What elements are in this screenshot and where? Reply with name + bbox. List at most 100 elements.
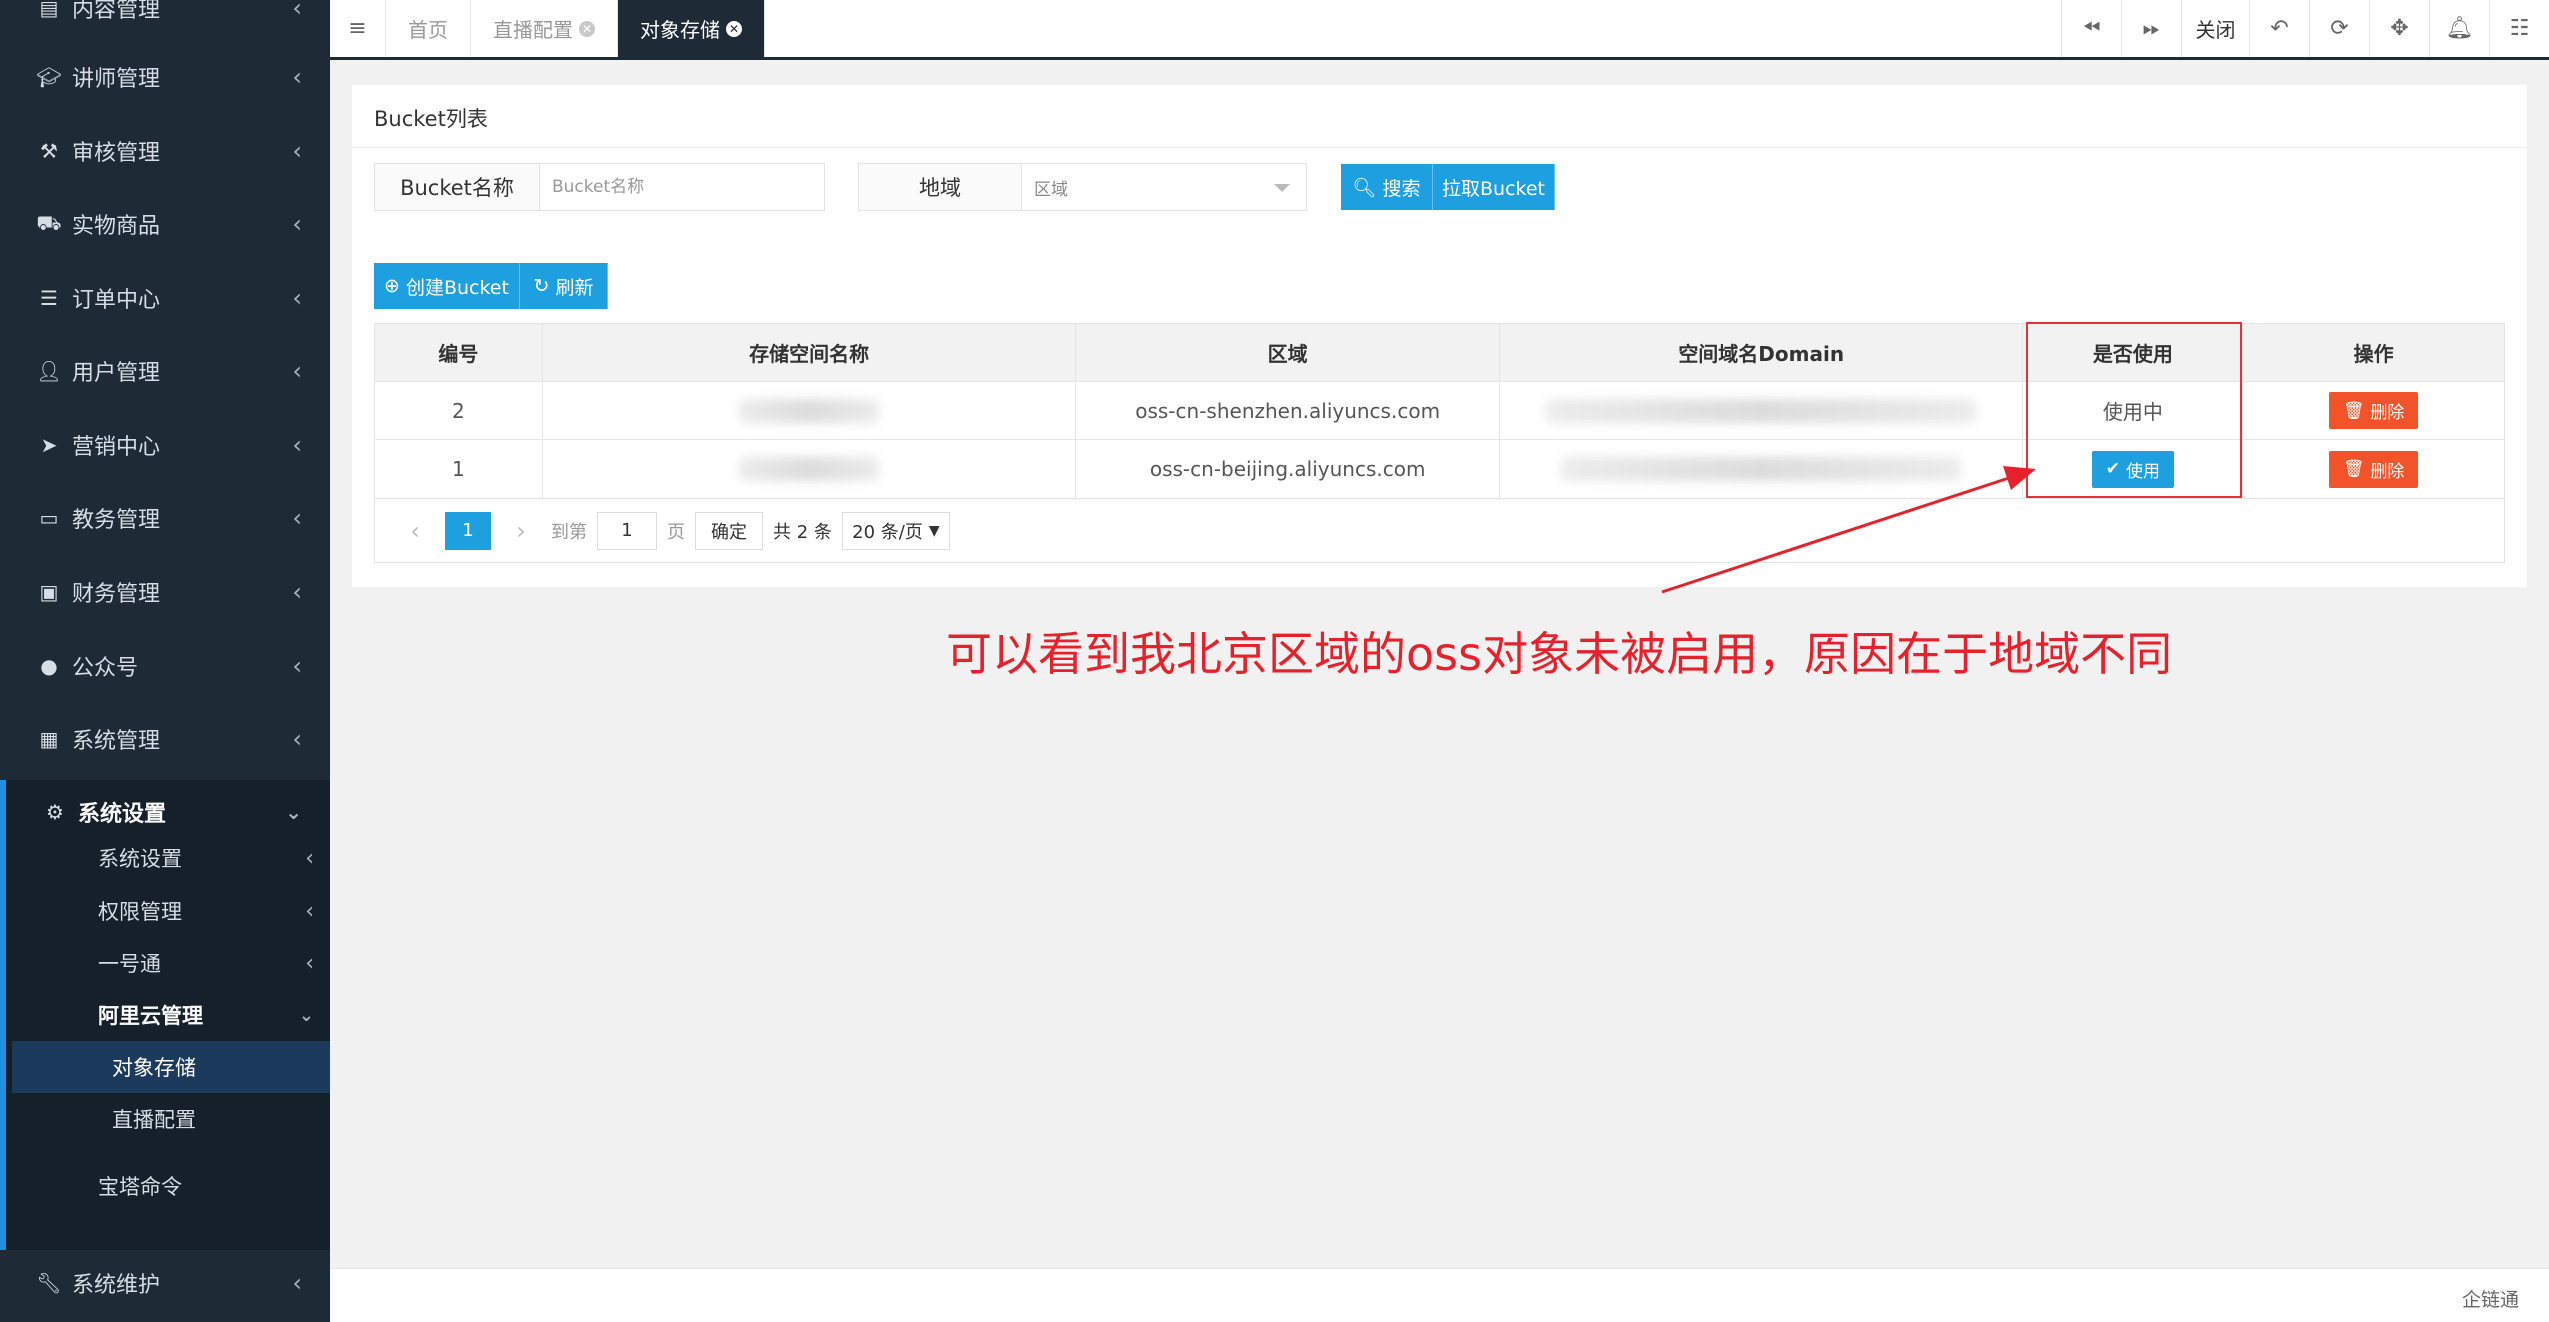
scroll-left-icon[interactable]: ⏪︎: [2061, 0, 2121, 57]
region-select[interactable]: 区域: [1021, 163, 1307, 211]
sidebar-item-label: 内容管理: [72, 0, 161, 23]
cell-actions: 🗑︎ 删除: [2243, 382, 2504, 439]
sidebar-item-label: 审核管理: [72, 141, 161, 166]
book-icon: ▭: [39, 506, 59, 530]
refresh-button[interactable]: ↻ 刷新: [520, 263, 608, 309]
column-header: 编号: [375, 324, 543, 381]
scroll-right-icon[interactable]: ⏩︎: [2121, 0, 2181, 57]
region-label: 地域: [858, 163, 1022, 211]
create-bucket-button[interactable]: ⊕ 创建Bucket: [374, 263, 520, 309]
close-tabs-button[interactable]: 关闭: [2181, 0, 2249, 57]
footer: 企链通: [330, 1268, 2549, 1322]
sidebar-item-label: 财务管理: [72, 582, 161, 607]
sidebar-item-marketing[interactable]: ➤ 营销中心 ‹: [0, 415, 330, 475]
sidebar-item-system-manage[interactable]: ▦ 系统管理 ‹: [0, 709, 330, 769]
column-header: 区域: [1076, 324, 1500, 381]
create-bucket-label: 创建Bucket: [405, 276, 509, 299]
sidebar-subitem-label: 权限管理: [98, 900, 182, 924]
delete-button[interactable]: 🗑︎ 删除: [2328, 450, 2419, 488]
sidebar-item-label: 系统管理: [72, 729, 161, 754]
page-size-value: 20 条/页: [852, 521, 923, 543]
tab-home[interactable]: 首页: [386, 0, 471, 57]
chevron-left-icon: ‹: [292, 652, 302, 680]
close-icon[interactable]: ✕: [726, 20, 742, 37]
bucket-name-input[interactable]: [552, 177, 824, 197]
chevron-left-icon: ‹: [305, 950, 314, 976]
sidebar: ▤ 内容管理 ‹ 🎓︎ 讲师管理 ‹ ⚒︎ 审核管理 ‹ ⛟︎ 实物商品 ‹ ☰…: [0, 0, 330, 1322]
sidebar-item-label: 订单中心: [72, 288, 161, 313]
sidebar-item-academic[interactable]: ▭ 教务管理 ‹: [0, 488, 330, 548]
pull-bucket-button[interactable]: 拉取Bucket: [1433, 164, 1555, 210]
search-button[interactable]: 🔍︎ 搜索: [1341, 164, 1433, 210]
sidebar-item-label: 讲师管理: [72, 67, 161, 92]
sidebar-item-orders[interactable]: ☰ 订单中心 ‹: [0, 268, 330, 328]
tab-live-config[interactable]: 直播配置 ✕: [471, 0, 618, 57]
sidebar-item-review[interactable]: ⚒︎ 审核管理 ‹: [0, 121, 330, 181]
goto-page-input[interactable]: 1: [597, 511, 657, 550]
goto-confirm-button[interactable]: 确定: [695, 511, 763, 550]
search-icon: 🔍︎: [1352, 176, 1377, 199]
sidebar-subitem-permissions[interactable]: 权限管理 ‹: [12, 885, 330, 937]
page-number-current[interactable]: 1: [445, 511, 491, 550]
sidebar-item-wechat[interactable]: ● 公众号 ‹: [0, 636, 330, 696]
sidebar-item-finance[interactable]: ▣ 财务管理 ‹: [0, 562, 330, 622]
cell-id: 1: [375, 440, 543, 498]
sidebar-subitem-aliyun[interactable]: 阿里云管理 ⌄: [12, 989, 330, 1041]
blurred-text: [739, 457, 880, 481]
gear-icon: ⚙: [46, 800, 64, 824]
chevron-left-icon: ‹: [305, 845, 314, 871]
money-icon: ▣: [39, 580, 59, 604]
trash-icon: 🗑︎: [2342, 459, 2365, 479]
fullscreen-icon[interactable]: ✥: [2369, 0, 2429, 57]
content-icon: ▤: [39, 0, 59, 20]
column-header: 操作: [2353, 342, 2394, 366]
sidebar-subitem-object-storage[interactable]: 对象存储: [12, 1041, 330, 1093]
sidebar-item-lecturer[interactable]: 🎓︎ 讲师管理 ‹: [0, 47, 330, 107]
chevron-left-icon: ‹: [292, 137, 302, 165]
tab-object-storage[interactable]: 对象存储 ✕: [618, 0, 765, 57]
sidebar-subitem-label: 一号通: [98, 952, 161, 976]
sidebar-subitem-baota[interactable]: 宝塔命令: [12, 1160, 330, 1212]
chevron-left-icon: ‹: [292, 504, 302, 532]
chevron-left-icon: ‹: [292, 725, 302, 753]
sidebar-subitem-label: 阿里云管理: [98, 1004, 203, 1028]
user-icon: 👤︎: [36, 359, 62, 383]
settings-panel-icon[interactable]: ☷: [2489, 0, 2549, 57]
bucket-name-field[interactable]: [539, 163, 825, 211]
chevron-left-icon: ‹: [292, 357, 302, 385]
next-page-icon[interactable]: ›: [501, 517, 541, 545]
region-select-value: 区域: [1034, 179, 1068, 200]
list-icon: ☰: [40, 286, 58, 310]
refresh-icon[interactable]: ⟳: [2309, 0, 2369, 57]
undo-icon[interactable]: ↶: [2249, 0, 2309, 57]
cart-icon: ⛟︎: [36, 210, 62, 235]
goto-label: 到第: [551, 521, 587, 543]
delete-label: 删除: [2370, 403, 2405, 423]
pagination: ‹ 1 › 到第 1 页 确定 共 2 条 20 条/页 ▼: [374, 499, 2505, 563]
page-size-select[interactable]: 20 条/页 ▼: [841, 511, 950, 550]
sidebar-item-users[interactable]: 👤︎ 用户管理 ‹: [0, 341, 330, 401]
sidebar-item-maintenance[interactable]: 🔧︎ 系统维护 ‹: [0, 1253, 330, 1313]
sidebar-item-goods[interactable]: ⛟︎ 实物商品 ‹: [0, 194, 330, 254]
sidebar-subitem-yihaotong[interactable]: 一号通 ‹: [12, 937, 330, 989]
bell-icon[interactable]: 🔔︎: [2429, 0, 2489, 57]
wechat-icon: ●: [40, 654, 58, 678]
gavel-icon: ⚒︎: [40, 139, 58, 163]
sidebar-item-system-settings[interactable]: ⚙ 系统设置 ⌄: [0, 782, 330, 842]
sidebar-submenu: 系统设置 ‹ 权限管理 ‹ 一号通 ‹ 阿里云管理 ⌄ 对象存储 直播配置 宝塔…: [0, 780, 330, 1250]
delete-button[interactable]: 🗑︎ 删除: [2328, 392, 2419, 429]
prev-page-icon[interactable]: ‹: [395, 517, 435, 545]
menu-toggle-icon[interactable]: ≡: [330, 0, 386, 57]
grid-icon: ▦: [39, 727, 59, 751]
tab-label: 首页: [408, 18, 448, 42]
close-icon[interactable]: ✕: [579, 20, 595, 37]
sidebar-item-label: 公众号: [72, 656, 139, 681]
bucket-name-label: Bucket名称: [374, 163, 540, 211]
chevron-left-icon: ‹: [292, 210, 302, 238]
sidebar-item-content[interactable]: ▤ 内容管理 ‹: [0, 0, 330, 38]
panel-title: Bucket列表: [374, 107, 488, 131]
cell-id: 2: [375, 382, 543, 439]
sidebar-subitem-live-config[interactable]: 直播配置: [12, 1093, 330, 1145]
divider: [352, 147, 2527, 148]
sidebar-item-label: 系统维护: [72, 1273, 161, 1298]
